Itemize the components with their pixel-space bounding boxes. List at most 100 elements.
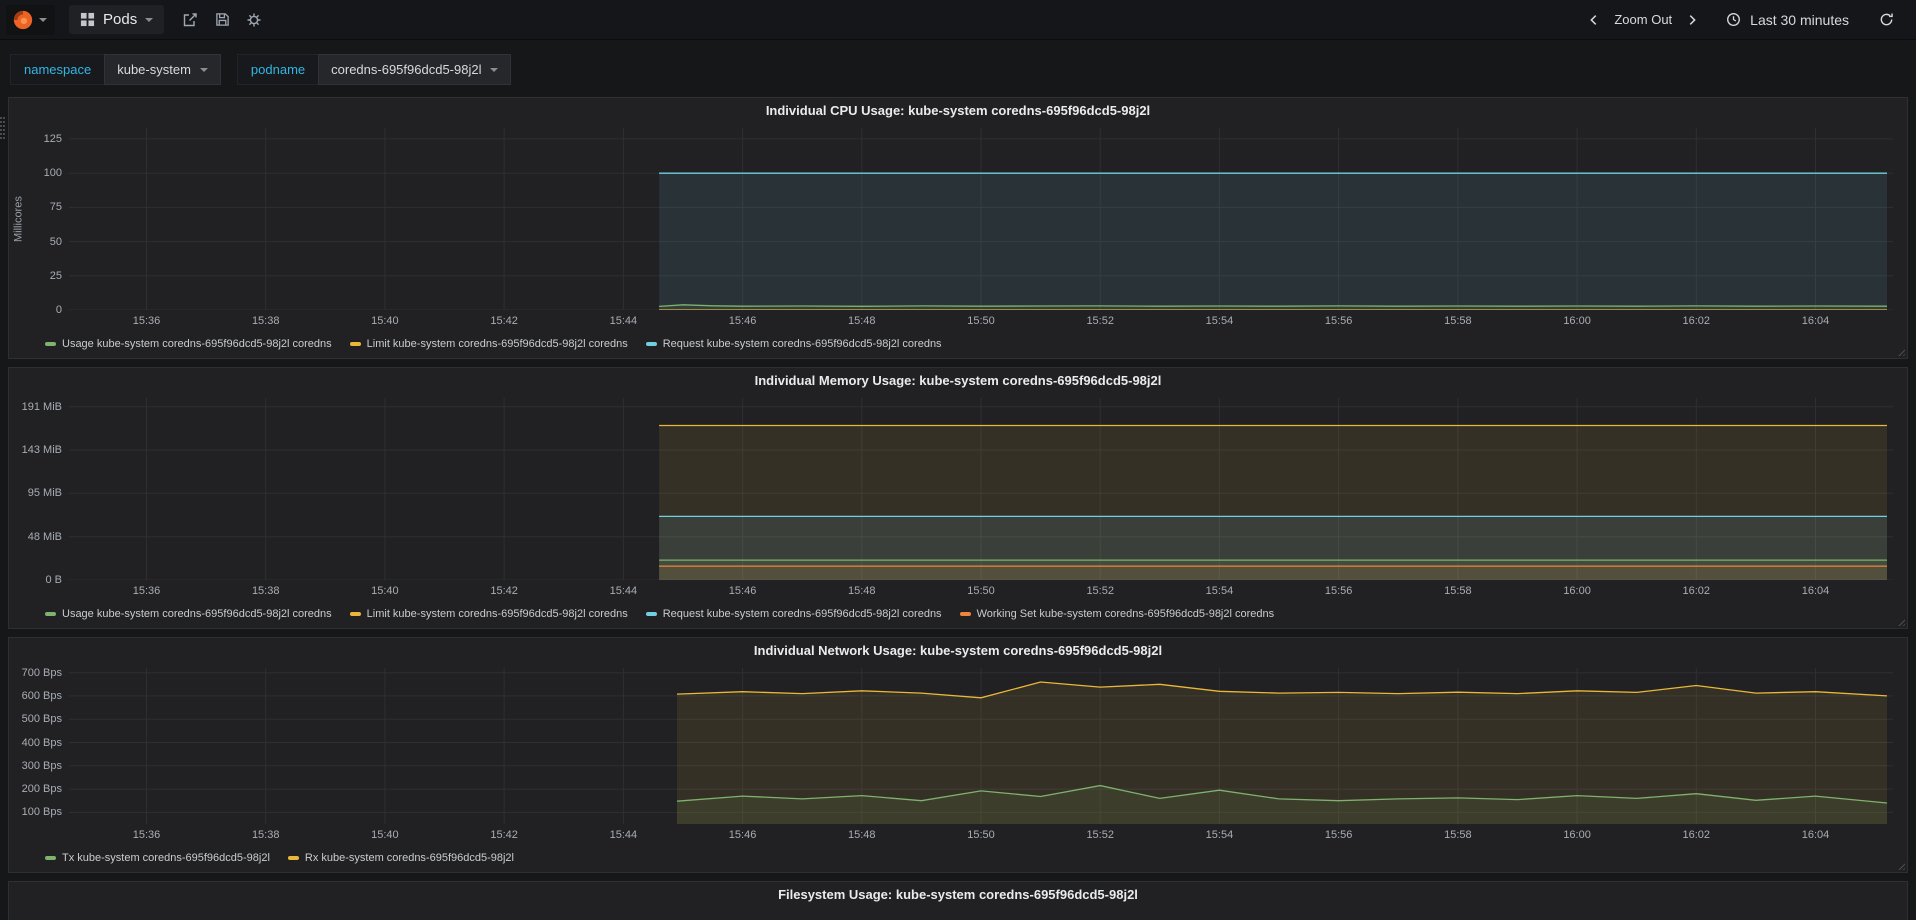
legend-item[interactable]: Tx kube-system coredns-695f96dcd5-98j2l bbox=[45, 852, 270, 864]
x-tick-label: 15:44 bbox=[609, 829, 638, 841]
x-tick-label: 15:50 bbox=[967, 585, 995, 597]
panel-title[interactable]: Individual Network Usage: kube-system co… bbox=[9, 638, 1907, 664]
legend-series-icon bbox=[959, 612, 971, 616]
panel-resize-handle[interactable] bbox=[1896, 861, 1905, 870]
grafana-logo-icon bbox=[12, 9, 34, 31]
time-range-picker[interactable]: Last 30 minutes bbox=[1726, 12, 1852, 28]
dashboard-panels: Individual CPU Usage: kube-system coredn… bbox=[0, 95, 1916, 920]
caret-down-icon bbox=[145, 17, 154, 22]
panel-title[interactable]: Filesystem Usage: kube-system coredns-69… bbox=[9, 882, 1907, 908]
chart-canvas[interactable] bbox=[69, 128, 1893, 310]
y-tick-label: 191 MiB bbox=[21, 400, 62, 413]
variable-label: podname bbox=[236, 54, 319, 85]
legend-item[interactable]: Request kube-system coredns-695f96dcd5-9… bbox=[645, 608, 942, 620]
legend-series-icon bbox=[645, 342, 657, 346]
legend-series-label: Limit kube-system coredns-695f96dcd5-98j… bbox=[366, 338, 628, 350]
y-tick-label: 700 Bps bbox=[21, 666, 62, 679]
panel-title[interactable]: Individual CPU Usage: kube-system coredn… bbox=[9, 98, 1907, 124]
x-tick-label: 16:00 bbox=[1563, 585, 1591, 597]
row-drag-handle[interactable] bbox=[0, 117, 5, 139]
panel-title[interactable]: Individual Memory Usage: kube-system cor… bbox=[9, 368, 1907, 394]
y-tick-label: 200 Bps bbox=[21, 783, 62, 796]
x-tick-label: 15:36 bbox=[132, 829, 161, 841]
y-tick-label: 143 MiB bbox=[21, 444, 62, 456]
x-tick-label: 15:48 bbox=[848, 829, 876, 841]
plot-area[interactable] bbox=[69, 398, 1893, 580]
panel-resize-handle[interactable] bbox=[1896, 347, 1905, 356]
top-navbar: Pods Zoom Out Last 30 minutes bbox=[0, 0, 1916, 40]
x-tick-label: 16:04 bbox=[1801, 829, 1830, 841]
x-tick-label: 15:36 bbox=[132, 585, 161, 597]
x-tick-label: 15:54 bbox=[1205, 829, 1234, 841]
y-axis: 0 25 50 75 100 125 bbox=[23, 128, 67, 316]
time-shift-back-button[interactable] bbox=[1580, 6, 1608, 34]
x-tick-label: 15:52 bbox=[1086, 829, 1114, 841]
x-tick-label: 15:42 bbox=[490, 585, 518, 597]
legend-series-icon bbox=[45, 856, 56, 860]
x-axis: 15:36 15:38 15:40 15:42 15:44 15:46 15:48 15:50… bbox=[69, 826, 1893, 844]
x-tick-label: 15:46 bbox=[728, 315, 757, 327]
legend-series-label: Usage kube-system coredns-695f96dcd5-98j… bbox=[62, 338, 332, 350]
chart-canvas[interactable] bbox=[69, 398, 1893, 580]
save-button[interactable] bbox=[208, 6, 236, 34]
share-button[interactable] bbox=[176, 6, 204, 34]
legend-item[interactable]: Rx kube-system coredns-695f96dcd5-98j2l bbox=[287, 852, 514, 864]
settings-button[interactable] bbox=[240, 6, 268, 34]
x-tick-label: 15:56 bbox=[1324, 315, 1353, 327]
legend-series-icon bbox=[349, 612, 361, 616]
dashboard-title: Pods bbox=[103, 11, 138, 28]
time-shift-forward-button[interactable] bbox=[1678, 6, 1706, 34]
x-tick-label: 15:46 bbox=[728, 829, 757, 841]
legend-series-icon bbox=[45, 612, 56, 616]
variable-value-dropdown[interactable]: coredns-695f96dcd5-98j2l bbox=[318, 54, 512, 85]
x-tick-label: 15:38 bbox=[251, 315, 280, 327]
legend-item[interactable]: Limit kube-system coredns-695f96dcd5-98j… bbox=[349, 608, 628, 620]
x-tick-label: 16:02 bbox=[1682, 829, 1711, 841]
variable-namespace: namespace kube-system bbox=[10, 54, 221, 85]
dashboard-picker[interactable]: Pods bbox=[69, 5, 165, 34]
x-tick-label: 15:38 bbox=[251, 585, 280, 597]
variable-value-dropdown[interactable]: kube-system bbox=[104, 54, 221, 85]
x-tick-label: 15:48 bbox=[848, 315, 876, 327]
refresh-button[interactable] bbox=[1872, 6, 1900, 34]
legend-series-icon bbox=[645, 612, 657, 616]
grafana-main-menu[interactable] bbox=[6, 4, 55, 35]
legend-item[interactable]: Working Set kube-system coredns-695f96dc… bbox=[959, 608, 1274, 620]
x-tick-label: 15:56 bbox=[1324, 829, 1353, 841]
y-axis: 0 B 48 MiB 95 MiB 143 MiB 191 MiB bbox=[21, 398, 67, 586]
legend-item[interactable]: Limit kube-system coredns-695f96dcd5-98j… bbox=[349, 338, 628, 350]
x-tick-label: 15:58 bbox=[1444, 585, 1472, 597]
variable-current-value: coredns-695f96dcd5-98j2l bbox=[331, 62, 482, 77]
y-tick-label: 400 Bps bbox=[21, 736, 62, 749]
y-tick-label: 600 Bps bbox=[21, 689, 62, 702]
zoom-out-button[interactable]: Zoom Out bbox=[1611, 12, 1675, 27]
y-tick-label: 500 Bps bbox=[21, 713, 62, 726]
y-tick-label: 0 bbox=[55, 304, 62, 316]
y-tick-label: 125 bbox=[43, 132, 62, 145]
x-tick-label: 16:00 bbox=[1563, 315, 1591, 327]
y-tick-label: 50 bbox=[49, 235, 62, 248]
panel-resize-handle[interactable] bbox=[1896, 617, 1905, 626]
plot-area[interactable] bbox=[69, 128, 1893, 310]
chart-canvas[interactable] bbox=[69, 668, 1893, 824]
y-tick-label: 0 B bbox=[45, 574, 62, 586]
legend-item[interactable]: Request kube-system coredns-695f96dcd5-9… bbox=[645, 338, 942, 350]
legend-series-icon bbox=[287, 856, 299, 860]
x-tick-label: 15:40 bbox=[371, 829, 399, 841]
dashboard-actions bbox=[176, 6, 268, 34]
x-tick-label: 16:04 bbox=[1801, 585, 1830, 597]
legend-item[interactable]: Usage kube-system coredns-695f96dcd5-98j… bbox=[45, 338, 332, 350]
y-tick-label: 300 Bps bbox=[21, 759, 62, 772]
legend-series-label: Request kube-system coredns-695f96dcd5-9… bbox=[662, 338, 942, 350]
plot-area[interactable] bbox=[69, 668, 1893, 824]
x-tick-label: 15:58 bbox=[1444, 315, 1472, 327]
y-tick-label: 95 MiB bbox=[27, 487, 62, 500]
x-tick-label: 15:50 bbox=[967, 315, 995, 327]
legend-item[interactable]: Usage kube-system coredns-695f96dcd5-98j… bbox=[45, 608, 332, 620]
time-range-label: Last 30 minutes bbox=[1750, 11, 1849, 28]
x-tick-label: 15:52 bbox=[1086, 315, 1114, 327]
legend: Tx kube-system coredns-695f96dcd5-98j2l R… bbox=[45, 848, 1895, 868]
panel-memory-usage: Individual Memory Usage: kube-system cor… bbox=[8, 367, 1908, 629]
x-tick-label: 15:58 bbox=[1444, 829, 1472, 841]
panel-filesystem-usage: Filesystem Usage: kube-system coredns-69… bbox=[8, 881, 1908, 920]
